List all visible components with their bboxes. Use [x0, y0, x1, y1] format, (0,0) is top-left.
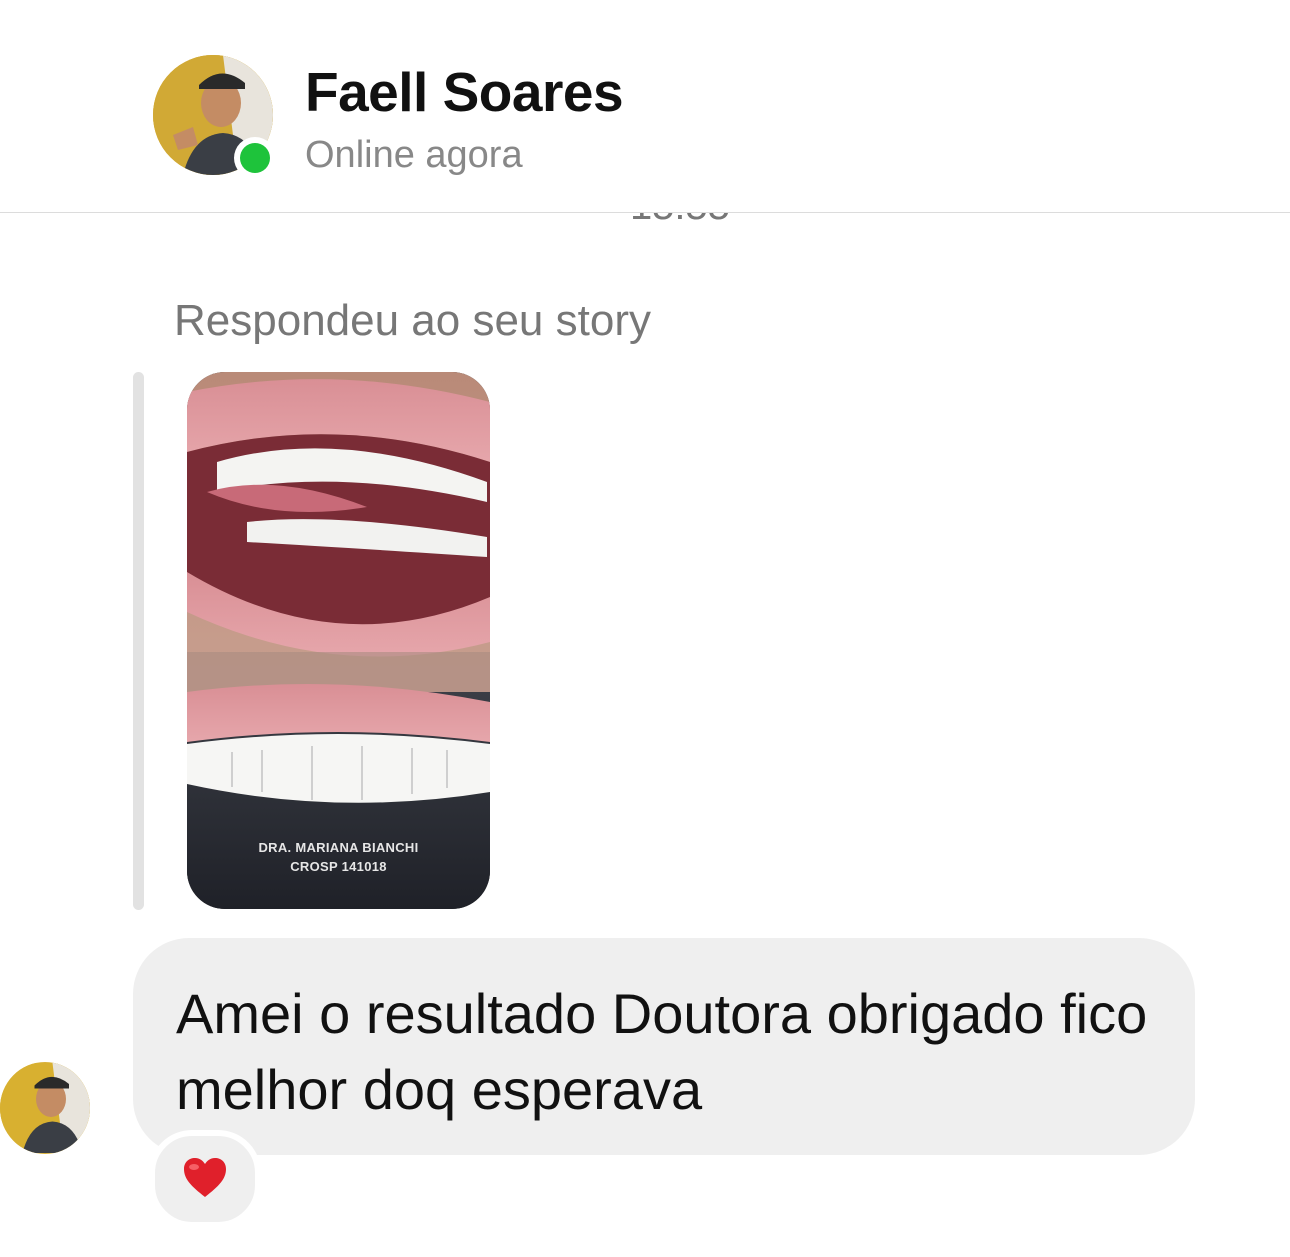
- message-reaction[interactable]: [149, 1130, 261, 1228]
- contact-status: Online agora: [305, 134, 523, 176]
- sender-avatar[interactable]: [0, 1062, 90, 1154]
- story-watermark-id: CROSP 141018: [290, 859, 387, 874]
- contact-name[interactable]: Faell Soares: [305, 60, 624, 124]
- reply-quote-bar: [133, 372, 144, 910]
- story-image: [187, 372, 490, 909]
- online-status-indicator: [234, 137, 276, 179]
- story-reply-label: Respondeu ao seu story: [174, 296, 651, 345]
- avatar-photo: [0, 1063, 90, 1153]
- message-text: Amei o resultado Doutora obrigado fico m…: [176, 982, 1148, 1121]
- story-thumbnail[interactable]: [187, 372, 490, 909]
- story-watermark-name: DRA. MARIANA BIANCHI: [258, 840, 419, 855]
- chat-header: Faell Soares Online agora: [0, 0, 1290, 213]
- heart-icon: [184, 1158, 226, 1197]
